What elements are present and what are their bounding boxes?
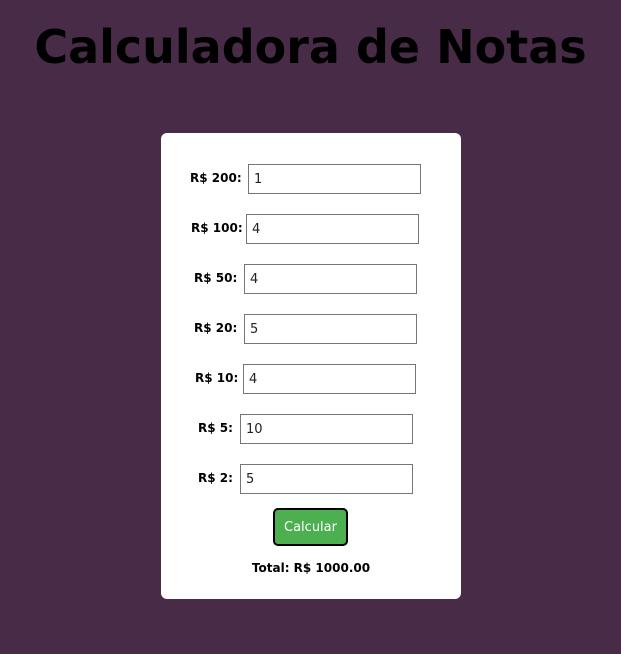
calculator-card: R$ 200: R$ 100: R$ 50: R$ 20: R$ 10: R$ … xyxy=(161,133,461,599)
note-row-20: R$ 20: xyxy=(161,314,461,344)
note-label-50: R$ 50: xyxy=(194,271,238,285)
note-input-10[interactable] xyxy=(243,364,416,394)
note-label-5: R$ 5: xyxy=(198,421,233,435)
note-input-2[interactable] xyxy=(240,464,413,494)
note-row-200: R$ 200: xyxy=(161,164,461,194)
note-row-5: R$ 5: xyxy=(161,414,461,444)
note-label-20: R$ 20: xyxy=(194,321,238,335)
note-input-50[interactable] xyxy=(244,264,417,294)
note-row-50: R$ 50: xyxy=(161,264,461,294)
note-label-10: R$ 10: xyxy=(195,371,239,385)
note-input-20[interactable] xyxy=(244,314,417,344)
note-label-100: R$ 100: xyxy=(191,221,243,235)
note-label-2: R$ 2: xyxy=(198,471,233,485)
note-input-200[interactable] xyxy=(248,164,421,194)
page-title: Calculadora de Notas xyxy=(34,20,587,74)
note-input-100[interactable] xyxy=(246,214,419,244)
note-label-200: R$ 200: xyxy=(190,171,242,185)
note-row-2: R$ 2: xyxy=(161,464,461,494)
note-row-10: R$ 10: xyxy=(161,364,461,394)
note-input-5[interactable] xyxy=(240,414,413,444)
note-row-100: R$ 100: xyxy=(161,214,461,244)
calculate-button[interactable]: Calcular xyxy=(273,508,348,546)
total-text: Total: R$ 1000.00 xyxy=(251,561,371,575)
